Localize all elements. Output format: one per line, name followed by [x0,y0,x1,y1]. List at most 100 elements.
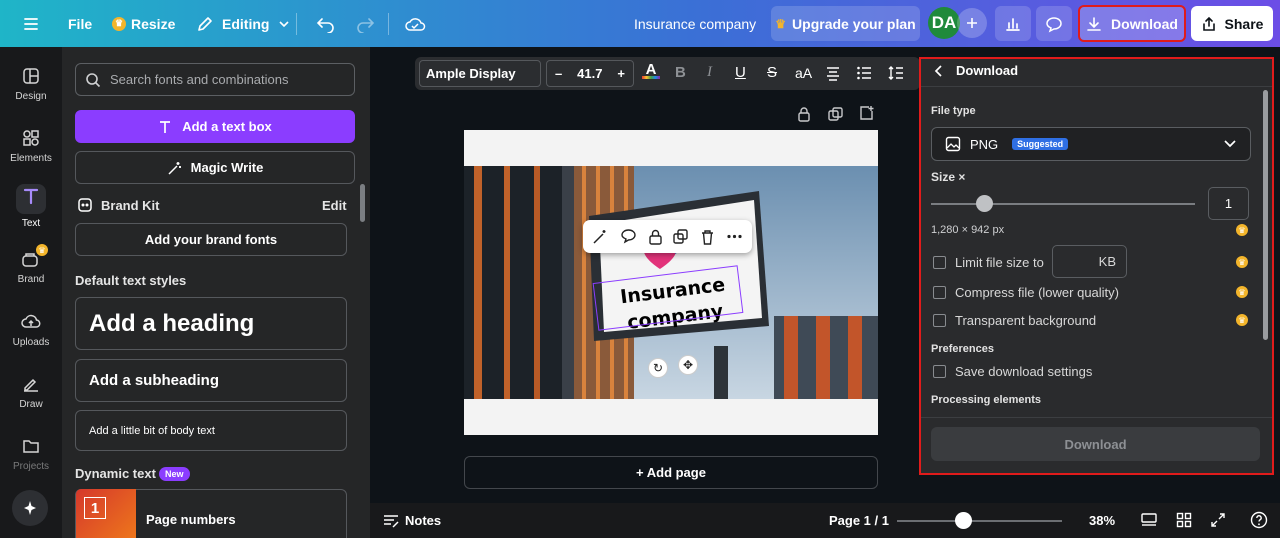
file-menu[interactable]: File [68,0,92,47]
file-type-label: File type [931,105,976,117]
avatar[interactable]: DA [928,7,960,39]
download-button[interactable]: Download [1078,5,1186,42]
divider [921,86,1272,87]
panel-scrollbar[interactable] [360,184,365,222]
limit-file-size-checkbox[interactable] [933,256,946,269]
add-body-text-button[interactable]: Add a little bit of body text [75,410,347,451]
increase-font-size-button[interactable]: + [617,66,625,81]
compress-file-checkbox[interactable] [933,286,946,299]
undo-icon[interactable] [316,0,336,47]
folder-icon [23,440,39,453]
pages-view-icon[interactable] [1141,512,1157,528]
move-handle-icon[interactable]: ✥ [678,355,698,375]
back-chevron-icon[interactable] [933,64,945,78]
add-heading-button[interactable]: Add a heading [75,297,347,350]
add-page-button[interactable]: + Add page [464,456,878,489]
rail-draw[interactable]: Draw [0,375,62,410]
save-download-settings-checkbox[interactable] [933,365,946,378]
add-subheading-button[interactable]: Add a subheading [75,359,347,402]
bold-icon[interactable]: B [675,64,686,81]
underline-icon[interactable]: U [735,64,746,81]
divider [388,13,389,35]
trash-icon[interactable] [700,229,715,245]
magic-wand-icon [168,161,181,175]
line-spacing-icon[interactable] [888,65,904,81]
grid-view-icon[interactable] [1176,512,1192,528]
duplicate-icon[interactable] [673,228,689,245]
rail-design[interactable]: Design [0,67,62,102]
size-value-input[interactable]: 1 [1208,187,1249,220]
help-icon[interactable] [1250,511,1268,529]
cloud-save-icon[interactable] [404,0,426,47]
editing-mode-button[interactable]: Editing [196,0,291,47]
redo-icon[interactable] [355,0,375,47]
list-icon[interactable] [856,65,872,81]
resize-button[interactable]: ♛ Resize [112,0,175,47]
limit-file-size-option[interactable]: Limit file size to [933,255,1044,270]
fullscreen-icon[interactable] [1210,512,1226,528]
file-type-value: PNG [970,136,999,152]
file-size-kb-input[interactable]: KB [1052,245,1127,278]
size-slider-thumb[interactable] [975,195,993,212]
add-comment-icon[interactable] [620,228,637,245]
rail-elements[interactable]: Elements [0,129,62,164]
rail-projects[interactable]: Projects [0,437,62,472]
page-indicator[interactable]: Page 1 / 1 [829,513,889,528]
zoom-slider-track[interactable] [897,520,1062,522]
design-title[interactable]: Insurance company [634,0,756,47]
strikethrough-icon[interactable]: S [767,64,777,81]
file-type-select[interactable]: PNG Suggested [931,127,1251,161]
more-options-icon[interactable] [726,228,743,245]
font-size-stepper[interactable]: – 41.7 + [546,60,634,87]
rail-brand[interactable]: Brand ♛ [0,244,62,285]
magic-assistant-icon[interactable] [12,490,48,526]
font-size-value[interactable]: 41.7 [577,66,602,81]
confirm-download-button[interactable]: Download [931,427,1260,461]
decrease-font-size-button[interactable]: – [555,66,562,81]
draw-pen-icon [24,378,38,392]
upgrade-plan-button[interactable]: ♛ Upgrade your plan [771,6,920,41]
lock-icon[interactable] [797,106,811,122]
letter-case-icon[interactable]: aA [795,65,812,81]
share-button[interactable]: Share [1191,6,1273,41]
default-text-styles-label: Default text styles [75,273,187,288]
add-page-icon[interactable] [859,106,874,121]
rail-label: Draw [19,399,43,410]
notes-button[interactable]: Notes [405,513,441,528]
brand-kit-edit-link[interactable]: Edit [322,198,347,213]
download-panel-scrollbar[interactable] [1263,90,1268,340]
transparent-background-option[interactable]: Transparent background [933,313,1096,328]
zoom-slider-thumb[interactable] [955,512,972,529]
size-slider-track[interactable] [931,203,1195,205]
add-collaborator-icon[interactable] [957,8,987,38]
comment-icon[interactable] [1036,6,1072,41]
add-text-box-button[interactable]: Add a text box [75,110,355,143]
lock-icon[interactable] [648,228,663,245]
notes-icon[interactable] [383,514,399,528]
rail-uploads[interactable]: Uploads [0,313,62,348]
magic-edit-icon[interactable] [592,228,609,245]
insights-chart-icon[interactable] [995,6,1031,41]
zoom-level[interactable]: 38% [1089,513,1115,528]
compress-file-option[interactable]: Compress file (lower quality) [933,285,1119,300]
font-family-dropdown[interactable]: Ample Display [419,60,541,87]
shapes-icon [23,130,39,146]
page-numbers-label: Page numbers [146,511,236,527]
rotate-handle-icon[interactable]: ↻ [648,358,668,378]
italic-icon[interactable]: I [707,64,712,81]
download-panel: Download File type PNG Suggested Size × … [919,57,1274,475]
crown-icon: ♛ [775,16,787,31]
menu-icon[interactable] [22,0,40,47]
duplicate-page-icon[interactable] [828,107,843,122]
rail-label: Design [15,91,47,102]
magic-write-button[interactable]: Magic Write [75,151,355,184]
align-center-icon[interactable] [825,65,841,81]
page-numbers-card[interactable]: 1 Page numbers [75,489,347,538]
save-download-settings-option[interactable]: Save download settings [933,364,1092,379]
rail-text[interactable]: Text [0,184,62,229]
search-input[interactable]: Search fonts and combinations [75,63,355,96]
text-color-icon[interactable]: A [642,61,660,79]
add-brand-fonts-button[interactable]: Add your brand fonts [75,223,347,256]
transparent-background-checkbox[interactable] [933,314,946,327]
design-page[interactable]: Insurance company ↻ ✥ [464,130,878,435]
